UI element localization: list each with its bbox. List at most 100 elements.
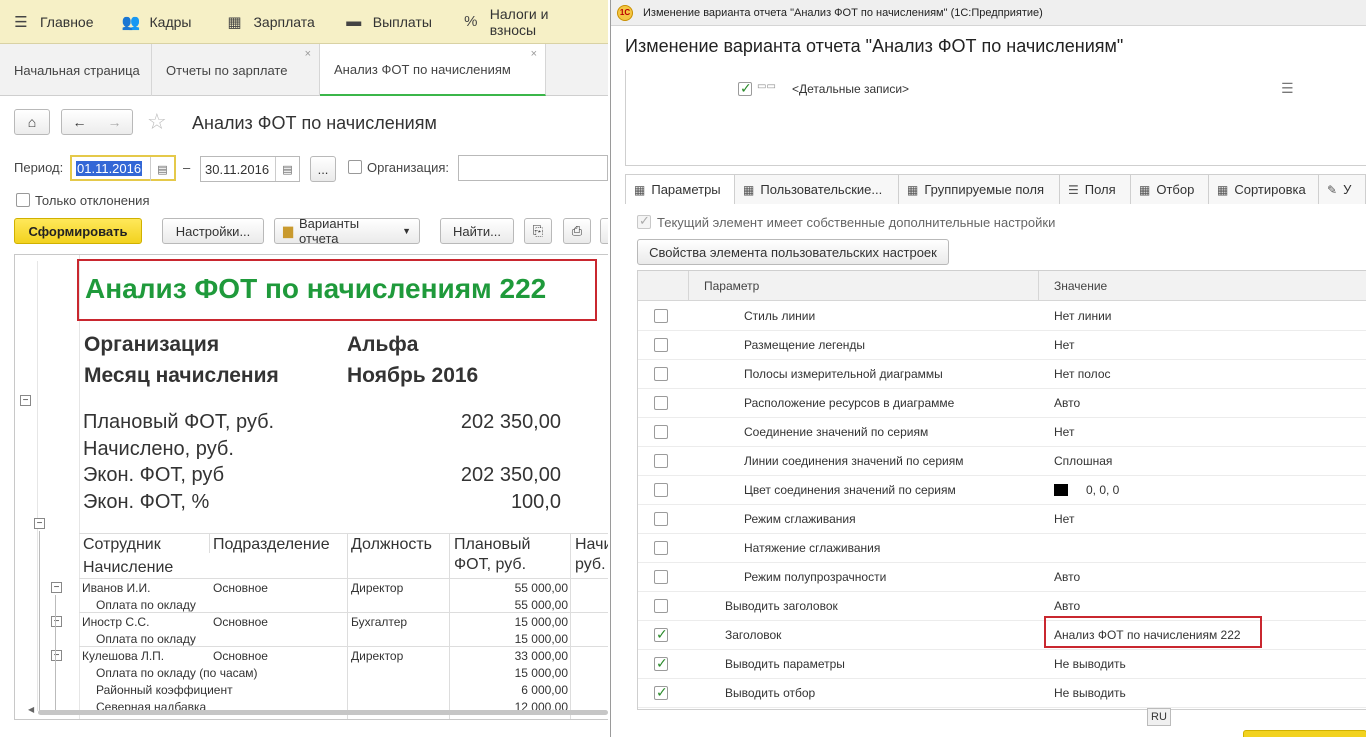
parameter-row[interactable]: ✓ Выводить параметры Не выводить xyxy=(638,650,1366,679)
home-button[interactable]: ⌂ xyxy=(14,109,50,135)
close-icon[interactable]: × xyxy=(531,48,537,60)
use-checkbox[interactable] xyxy=(654,396,668,410)
collapse-icon[interactable]: − xyxy=(51,582,62,593)
tab-group-fields[interactable]: ▦ Группируемые поля xyxy=(898,174,1060,204)
tab-fot-analysis[interactable]: Анализ ФОТ по начислениям × xyxy=(320,44,546,96)
use-checkbox[interactable] xyxy=(654,425,668,439)
print-button[interactable]: ⎙ xyxy=(563,218,591,244)
parameter-row[interactable]: Режим сглаживания Нет xyxy=(638,505,1366,534)
summary-label: Плановый ФОТ, руб. xyxy=(83,411,275,433)
parameter-value[interactable]: Нет xyxy=(1054,425,1074,439)
col-accrual: Начисление xyxy=(83,559,174,576)
report-sheet[interactable]: Анализ ФОТ по начислениям 222 Организаци… xyxy=(14,254,608,720)
use-checkbox[interactable] xyxy=(654,367,668,381)
col-divider xyxy=(570,533,571,719)
period-from-field[interactable]: 01.11.2016 ▤ xyxy=(70,155,176,181)
parameter-row[interactable]: Размещение легенды Нет xyxy=(638,331,1366,360)
calendar-icon[interactable]: ▤ xyxy=(275,157,299,181)
parameter-value[interactable]: Нет линии xyxy=(1054,309,1112,323)
collapse-icon[interactable]: − xyxy=(51,616,62,627)
parameter-value[interactable]: Нет полос xyxy=(1054,367,1111,381)
tab-home[interactable]: Начальная страница xyxy=(0,44,152,96)
scroll-left-icon[interactable]: ◀ xyxy=(28,705,34,714)
use-checkbox[interactable] xyxy=(654,541,668,555)
use-checkbox[interactable] xyxy=(654,338,668,352)
parameter-row[interactable]: Полосы измерительной диаграммы Нет полос xyxy=(638,360,1366,389)
parameter-row[interactable]: ✓ Выводить отбор Не выводить xyxy=(638,679,1366,708)
collapse-icon[interactable]: − xyxy=(34,518,45,529)
calendar-icon[interactable]: ▤ xyxy=(150,157,174,181)
copy-button[interactable]: ⎘ xyxy=(524,218,552,244)
structure-tree[interactable]: ✓ ▭▭ <Детальные записи> ☰ xyxy=(625,70,1366,166)
use-checkbox[interactable] xyxy=(654,599,668,613)
find-button[interactable]: Найти... xyxy=(440,218,514,244)
forward-arrow-icon[interactable]: → xyxy=(108,114,122,130)
tab-user-fields[interactable]: ▦ Пользовательские... xyxy=(734,174,899,204)
collapse-icon[interactable]: − xyxy=(51,650,62,661)
tab-sort[interactable]: ▦ Сортировка xyxy=(1208,174,1319,204)
employee-name: Иванов И.И. xyxy=(82,581,151,595)
parameter-value[interactable]: Не выводить xyxy=(1054,686,1126,700)
org-field[interactable] xyxy=(458,155,608,181)
report-variants-button[interactable]: ▆ Варианты отчета ▼ xyxy=(274,216,420,246)
use-checkbox[interactable]: ✓ xyxy=(654,626,668,642)
more-button[interactable] xyxy=(600,218,608,244)
parameter-value[interactable]: Авто xyxy=(1054,599,1080,613)
settings-button[interactable]: Настройки... xyxy=(162,218,264,244)
parameter-value[interactable]: Нет xyxy=(1054,512,1074,526)
parameters-grid[interactable]: Параметр Значение Стиль линии Нет линии Ра… xyxy=(637,270,1366,710)
close-icon[interactable]: × xyxy=(305,48,311,60)
brush-icon: ✎ xyxy=(1327,182,1338,197)
use-checkbox[interactable] xyxy=(654,309,668,323)
parameter-row[interactable]: Режим полупрозрачности Авто xyxy=(638,563,1366,592)
detail-checkbox[interactable]: ✓ xyxy=(738,80,752,96)
menu-item-taxes[interactable]: % Налоги и взносы xyxy=(450,0,608,44)
parameter-value[interactable]: Нет xyxy=(1054,338,1074,352)
menu-item-payments[interactable]: ▬ Выплаты xyxy=(333,0,442,44)
parameter-value-text: Нет xyxy=(1054,512,1075,526)
parameter-row[interactable]: ✓ Заголовок Анализ ФОТ по начислениям 222 xyxy=(638,616,1366,650)
parameter-row[interactable]: Натяжение сглаживания xyxy=(638,534,1366,563)
use-checkbox[interactable] xyxy=(654,483,668,497)
tab-filter[interactable]: ▦ Отбор xyxy=(1130,174,1209,204)
period-to-field[interactable]: 30.11.2016 ▤ xyxy=(200,156,300,182)
back-arrow-icon[interactable]: ← xyxy=(73,114,87,130)
only-deviations-checkbox[interactable] xyxy=(16,193,30,207)
scroll-thumb[interactable] xyxy=(38,710,608,715)
parameter-value[interactable]: Авто xyxy=(1054,570,1080,584)
menu-item-staff[interactable]: 👥 Кадры xyxy=(110,0,202,44)
tab-fields[interactable]: ☰ Поля xyxy=(1059,174,1131,204)
parameter-row[interactable]: Соединение значений по сериям Нет xyxy=(638,418,1366,447)
window-title: Изменение варианта отчета "Анализ ФОТ по… xyxy=(643,6,1043,19)
tab-parameters[interactable]: ▦ Параметры xyxy=(625,174,735,204)
parameter-value[interactable]: Не выводить xyxy=(1054,657,1126,671)
star-icon[interactable]: ☆ xyxy=(147,109,167,135)
tab-appearance[interactable]: ✎ У xyxy=(1318,174,1366,204)
parameter-row[interactable]: Линии соединения значений по сериям Сплош… xyxy=(638,447,1366,476)
org-checkbox[interactable] xyxy=(348,160,362,174)
parameter-row[interactable]: Стиль линии Нет линии xyxy=(638,302,1366,331)
horizontal-scrollbar[interactable]: ◀ xyxy=(28,705,608,716)
element-properties-button[interactable]: Свойства элемента пользовательских настр… xyxy=(637,239,949,265)
tab-salary-reports[interactable]: Отчеты по зарплате × xyxy=(152,44,320,96)
collapse-icon[interactable]: − xyxy=(20,395,31,406)
menu-item-salary[interactable]: ▦ Зарплата xyxy=(213,0,324,44)
use-checkbox[interactable]: ✓ xyxy=(654,684,668,700)
use-checkbox[interactable]: ✓ xyxy=(654,655,668,671)
parameter-value[interactable]: Сплошная xyxy=(1054,454,1112,468)
parameter-row[interactable]: Цвет соединения значений по сериям 0, 0, … xyxy=(638,476,1366,505)
parameter-value[interactable]: Авто xyxy=(1054,396,1080,410)
folder-icon: ▆ xyxy=(283,223,293,238)
use-checkbox[interactable] xyxy=(654,512,668,526)
generate-button[interactable]: Сформировать xyxy=(14,218,142,244)
parameter-row[interactable]: Расположение ресурсов в диаграмме Авто xyxy=(638,389,1366,418)
menu-item-main[interactable]: ☰ Главное xyxy=(0,0,104,44)
accrual-name: Районный коэффициент xyxy=(96,683,233,697)
plan-value: 15 000,00 xyxy=(514,615,568,629)
parameter-value[interactable]: 0, 0, 0 xyxy=(1054,483,1119,497)
period-select-button[interactable]: ... xyxy=(310,156,336,182)
ok-button-edge[interactable] xyxy=(1243,730,1366,737)
use-checkbox[interactable] xyxy=(654,454,668,468)
settings-list-icon[interactable]: ☰ xyxy=(1281,80,1294,97)
use-checkbox[interactable] xyxy=(654,570,668,584)
